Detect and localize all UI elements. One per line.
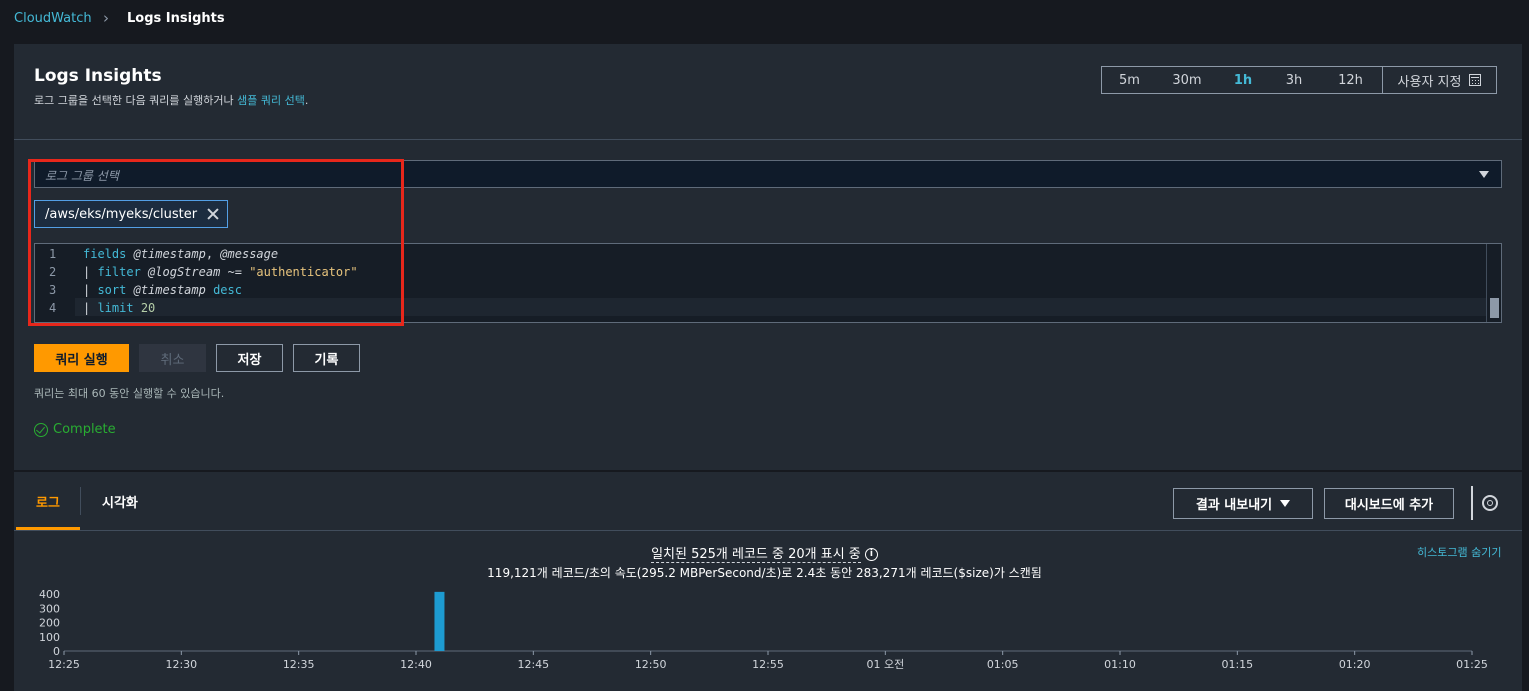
query-timeout-hint: 쿼리는 최대 60 동안 실행할 수 있습니다. [34, 387, 225, 400]
x-tick-label: 01 오전 [866, 658, 904, 671]
x-tick-label: 12:25 [48, 658, 80, 671]
matched-records-text: 일치된 525개 레코드 중 20개 표시 중 i [0, 543, 1529, 563]
check-circle-icon [34, 422, 48, 437]
info-icon[interactable]: i [864, 548, 878, 561]
cancel-button[interactable]: 취소 [139, 344, 206, 372]
x-tick-label: 12:35 [283, 658, 315, 671]
highlight-annotation-box [28, 159, 404, 326]
x-tick-label: 12:45 [517, 658, 549, 671]
time-range-3h[interactable]: 3h [1269, 67, 1319, 93]
tab-logs[interactable]: 로그 [36, 492, 60, 511]
chevron-right-icon: › [103, 9, 109, 27]
history-button[interactable]: 기록 [293, 344, 360, 372]
time-range-custom[interactable]: 사용자 지정 [1382, 67, 1496, 93]
histogram-bar [434, 591, 445, 651]
subtitle-suffix: . [304, 94, 309, 107]
histogram-chart: 400300 2001000 12:25 12:30 12:35 12:40 12:45 1… [39, 588, 1488, 671]
page-title: Logs Insights [34, 66, 162, 86]
x-tick-label: 01:15 [1221, 658, 1253, 671]
matched-records-label: 일치된 525개 레코드 중 20개 표시 중 [651, 547, 861, 563]
caret-down-icon [1479, 171, 1489, 178]
custom-range-label: 사용자 지정 [1397, 74, 1462, 90]
x-tick-label: 01:20 [1339, 658, 1371, 671]
x-tick-label: 12:30 [165, 658, 197, 671]
results-divider [14, 530, 1522, 531]
time-range-5m[interactable]: 5m [1102, 67, 1157, 93]
y-tick-label: 400 [39, 588, 60, 601]
y-tick-label: 200 [39, 617, 60, 630]
x-tick-label: 01:10 [1104, 658, 1136, 671]
breadcrumb-cloudwatch-link[interactable]: CloudWatch [14, 11, 92, 26]
y-tick-label: 300 [39, 602, 60, 615]
time-range-30m[interactable]: 30m [1157, 67, 1217, 93]
time-range-1h[interactable]: 1h [1217, 67, 1269, 93]
add-to-dashboard-button[interactable]: 대시보드에 추가 [1324, 488, 1454, 519]
scanned-records-text: 119,121개 레코드/초의 속도(295.2 MBPerSecond/초)로… [487, 566, 1042, 580]
hide-histogram-link[interactable]: 히스토그램 숨기기 [1417, 544, 1501, 560]
export-label: 결과 내보내기 [1195, 498, 1273, 513]
y-tick-label: 0 [53, 645, 60, 658]
breadcrumb-current: Logs Insights [127, 11, 225, 26]
tab-visualization[interactable]: 시각화 [102, 492, 138, 511]
y-tick-label: 100 [39, 631, 60, 644]
caret-down-icon [1280, 500, 1291, 507]
export-results-button[interactable]: 결과 내보내기 [1173, 488, 1313, 519]
active-tab-indicator [16, 527, 80, 530]
page-subtitle: 로그 그룹을 선택한 다음 쿼리를 실행하거나 샘플 쿼리 선택. [34, 92, 308, 108]
status-label: Complete [53, 422, 116, 437]
query-status: Complete [34, 422, 116, 437]
subtitle-text: 로그 그룹을 선택한 다음 쿼리를 실행하거나 [34, 94, 238, 107]
save-button[interactable]: 저장 [216, 344, 283, 372]
editor-scrollbar[interactable] [1486, 244, 1501, 322]
x-tick-label: 01:25 [1456, 658, 1488, 671]
x-tick-label: 12:55 [752, 658, 784, 671]
calendar-icon [1469, 74, 1482, 86]
gear-icon[interactable] [1482, 495, 1498, 511]
x-tick-label: 01:05 [987, 658, 1019, 671]
run-query-button[interactable]: 쿼리 실행 [34, 344, 129, 372]
sample-query-link[interactable]: 샘플 쿼리 선택 [237, 94, 305, 107]
x-tick-label: 12:40 [400, 658, 432, 671]
time-range-12h[interactable]: 12h [1319, 67, 1382, 93]
tab-divider [80, 487, 81, 515]
time-range-selector: 5m 30m 1h 3h 12h 사용자 지정 [1101, 66, 1497, 94]
x-tick-label: 12:50 [635, 658, 667, 671]
toolbar-divider [1471, 486, 1473, 520]
